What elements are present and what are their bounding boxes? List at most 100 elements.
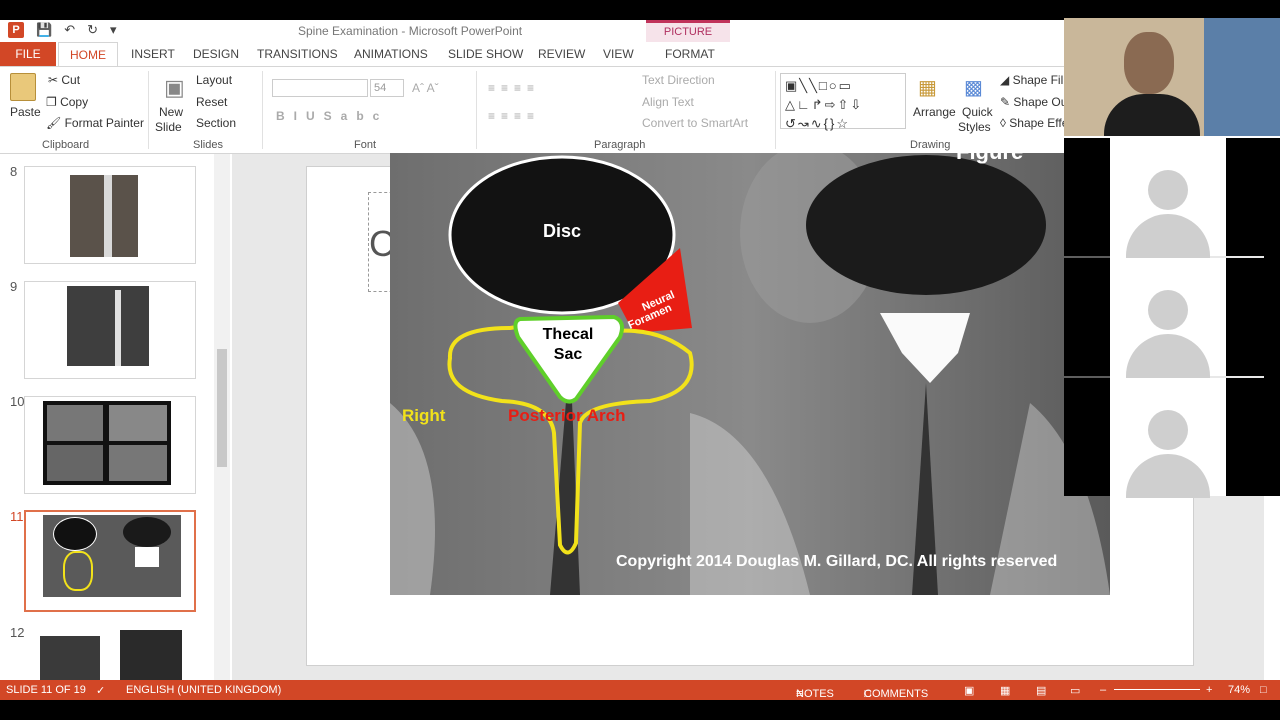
arrange-icon: ▦ [918, 77, 937, 99]
layout-button[interactable]: Layout [196, 73, 232, 87]
paragraph-group-label: Paragraph [594, 139, 646, 151]
redo-icon[interactable]: ↻ [87, 22, 98, 38]
bookshelf [1204, 18, 1280, 136]
tab-animations[interactable]: ANIMATIONS [354, 42, 428, 66]
cut-label: Cut [61, 73, 81, 87]
avatar-icon [1148, 170, 1188, 210]
thumb-number: 8 [10, 164, 18, 179]
shape-fill-button[interactable]: ◢ Shape Fill [1000, 73, 1066, 87]
slide-counter: SLIDE 11 OF 19 [6, 684, 86, 696]
arrange-button[interactable]: Arrange [913, 105, 956, 119]
shape-outline-label: Shape Ou [1013, 95, 1068, 109]
slide-thumbnail-panel: 8 9 10 11 12 [0, 154, 232, 686]
zoom-level[interactable]: 74% [1228, 684, 1250, 696]
save-icon[interactable]: 💾 [36, 22, 52, 38]
figure-title-partial: Figure [956, 153, 1023, 164]
reset-button[interactable]: Reset [196, 95, 227, 109]
person-body [1104, 94, 1200, 136]
new-slide-button[interactable]: New [159, 105, 183, 119]
tab-home[interactable]: HOME [58, 42, 118, 66]
slide-thumbnail-11-selected[interactable] [24, 510, 196, 612]
scrollbar-thumb[interactable] [217, 349, 227, 467]
shape-effects-label: Shape Effe [1009, 116, 1069, 130]
spine-mri-figure[interactable]: Disc Thecal Sac Neural Foramen Right Pos… [390, 153, 1110, 595]
align-text-button[interactable]: Align Text [642, 95, 694, 109]
list-buttons[interactable]: ≡≡≡≡ [488, 81, 540, 95]
zoom-out-icon[interactable]: – [1100, 684, 1106, 696]
spellcheck-icon[interactable]: ✓ [96, 684, 105, 697]
drawing-group-label: Drawing [910, 139, 951, 151]
copy-button[interactable]: ❐ Copy [46, 95, 88, 109]
grow-font-icon[interactable]: Aˆ Aˇ [412, 81, 439, 95]
slide-thumbnail-9[interactable] [24, 281, 196, 379]
participant-tile [1064, 138, 1280, 258]
align-buttons[interactable]: ≡≡≡≡ [488, 109, 540, 123]
clipboard-icon [10, 73, 36, 101]
thumbnail-image [40, 636, 100, 686]
canvas-scrollbar[interactable] [1264, 496, 1280, 680]
customize-qat-icon[interactable]: ▾ [110, 22, 117, 38]
shape-effects-button[interactable]: ◊ Shape Effe [1000, 116, 1068, 130]
powerpoint-logo-icon: P [8, 22, 24, 38]
participant-tile [1064, 378, 1280, 498]
clipboard-group-label: Clipboard [42, 139, 90, 151]
zoom-in-icon[interactable]: + [1206, 684, 1212, 696]
quick-styles-button-line2[interactable]: Styles [958, 120, 991, 134]
tab-review[interactable]: REVIEW [538, 42, 585, 66]
posterior-arch-label: Posterior Arch [508, 406, 625, 425]
normal-view-icon[interactable]: ▣ [964, 684, 974, 697]
reading-view-icon[interactable]: ▤ [1036, 684, 1046, 697]
tab-file[interactable]: FILE [0, 42, 56, 66]
tab-slide-show[interactable]: SLIDE SHOW [448, 42, 523, 66]
text-direction-button[interactable]: Text Direction [642, 73, 715, 87]
section-button[interactable]: Section [196, 116, 236, 130]
thumb-number: 9 [10, 279, 18, 294]
slideshow-icon[interactable]: ▭ [1070, 684, 1080, 697]
mri-image: Disc Thecal Sac Neural Foramen Right Pos… [390, 153, 1110, 595]
paste-button[interactable]: Paste [10, 105, 41, 119]
slide-thumbnail-8[interactable] [24, 166, 196, 264]
tab-insert[interactable]: INSERT [131, 42, 175, 66]
cut-button[interactable]: ✂ Cut [48, 73, 80, 87]
avatar-icon [1148, 290, 1188, 330]
fit-to-window-icon[interactable]: □ [1260, 684, 1267, 696]
separator [262, 71, 263, 149]
slides-group-label: Slides [193, 139, 223, 151]
thumb-number: 10 [10, 394, 25, 409]
avatar-icon [1148, 410, 1188, 450]
format-painter-label: Format Painter [64, 116, 144, 130]
tab-view[interactable]: VIEW [603, 42, 634, 66]
separator [775, 71, 776, 149]
zoom-slider[interactable] [1114, 689, 1200, 690]
status-bar: SLIDE 11 OF 19 ✓ ENGLISH (UNITED KINGDOM… [0, 680, 1280, 700]
new-slide-button-line2[interactable]: Slide [155, 120, 182, 134]
shapes-gallery[interactable]: ▣╲╲□○▭ △∟↱⇨⇧⇩ ↺↝∿{}☆ [780, 73, 906, 131]
copyright-text: Copyright 2014 Douglas M. Gillard, DC. A… [616, 553, 1057, 570]
slide-thumbnail-12[interactable] [24, 626, 196, 686]
format-painter-button[interactable]: 🖌 Format Painter [46, 116, 144, 130]
disc-label: Disc [543, 221, 581, 241]
language-indicator[interactable]: ENGLISH (UNITED KINGDOM) [126, 684, 281, 696]
pencil-icon: ✎ [1000, 95, 1014, 109]
tab-format[interactable]: FORMAT [665, 42, 715, 66]
font-style-buttons[interactable]: BIUSabc [276, 109, 388, 123]
brush-icon: 🖌 [46, 116, 65, 130]
thumbnail-image [120, 630, 182, 686]
tab-transitions[interactable]: TRANSITIONS [257, 42, 338, 66]
font-family-box[interactable] [272, 79, 368, 97]
tab-design[interactable]: DESIGN [193, 42, 239, 66]
undo-icon[interactable]: ↶ [64, 22, 75, 38]
thumbnail-scrollbar[interactable] [214, 154, 230, 680]
right-label: Right [402, 406, 446, 425]
convert-smartart-button[interactable]: Convert to SmartArt [642, 116, 748, 130]
shape-outline-button[interactable]: ✎ Shape Ou [1000, 95, 1067, 109]
picture-tools-label: PICTURE TOOLS [646, 20, 730, 56]
shape-fill-label: Shape Fill [1012, 73, 1066, 87]
font-size-box[interactable]: 54 [370, 79, 404, 97]
new-slide-icon: ▣ [164, 75, 185, 100]
copy-label: Copy [60, 95, 89, 109]
slide-thumbnail-10[interactable] [24, 396, 196, 494]
slide-sorter-icon[interactable]: ▦ [1000, 684, 1010, 697]
quick-styles-button[interactable]: Quick [962, 105, 993, 119]
thecal-sac-label: Thecal [543, 326, 594, 343]
